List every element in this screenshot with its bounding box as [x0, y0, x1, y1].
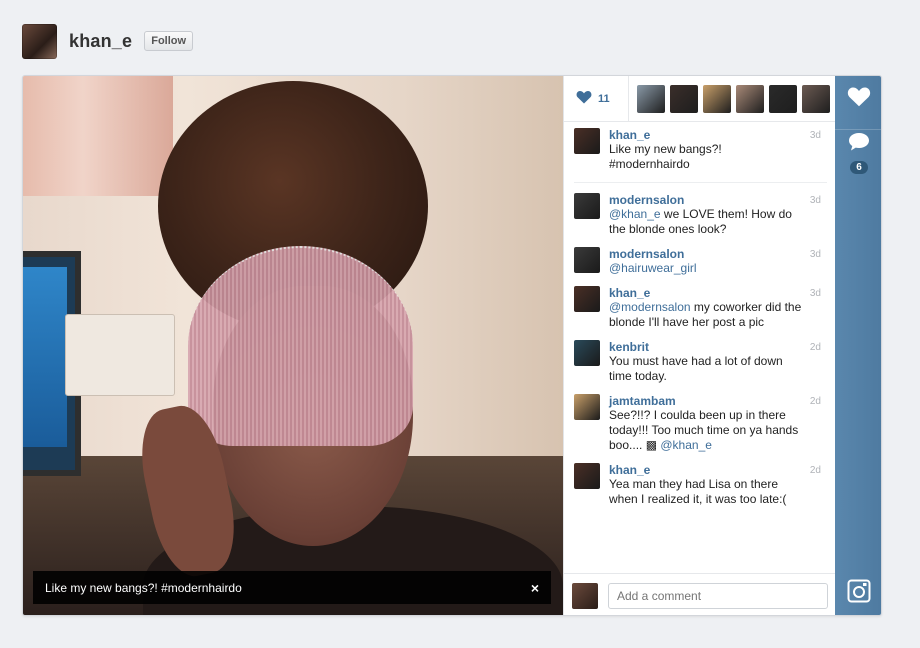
- comment-text: @hairuwear_girl: [609, 261, 805, 276]
- liker-avatar[interactable]: [670, 84, 698, 113]
- heart-icon: [847, 86, 871, 112]
- avatar[interactable]: [574, 463, 600, 489]
- comment-item: kenbrit You must have had a lot of down t…: [574, 340, 827, 384]
- liker-avatar[interactable]: [736, 84, 764, 113]
- comment-item: khan_e Yea man they had Lisa on there whe…: [574, 463, 827, 507]
- comment-text: Yea man they had Lisa on there when I re…: [609, 477, 805, 507]
- avatar[interactable]: [574, 286, 600, 312]
- photo-light-switch: [65, 314, 175, 396]
- likers-list: [628, 76, 830, 122]
- avatar[interactable]: [574, 394, 600, 420]
- comment-input[interactable]: [608, 582, 828, 609]
- comment-timestamp: 3d: [809, 288, 821, 299]
- avatar[interactable]: [574, 340, 600, 366]
- heart-icon: [576, 90, 592, 107]
- liker-avatar[interactable]: [802, 84, 830, 113]
- likes-row: 11: [564, 76, 835, 122]
- photo-caption: Like my new bangs?! #modernhairdo: [45, 580, 242, 595]
- photo[interactable]: Like my new bangs?! #modernhairdo ×: [23, 76, 563, 615]
- mention-link[interactable]: @hairuwear_girl: [609, 261, 697, 275]
- mention-link[interactable]: @khan_e: [657, 438, 712, 452]
- comment-body: Like my new bangs?! #modernhairdo: [609, 142, 722, 171]
- add-comment-row: [564, 573, 836, 615]
- comment-text: @modernsalon my coworker did the blonde …: [609, 300, 805, 330]
- comment-username[interactable]: modernsalon: [609, 247, 805, 261]
- instagram-icon[interactable]: [835, 579, 881, 609]
- photo-curtain: [23, 76, 173, 196]
- mention-link[interactable]: @modernsalon: [609, 300, 691, 314]
- comment-text: You must have had a lot of down time tod…: [609, 354, 805, 384]
- comments-panel: 11 khan_e Like my new bangs?! #modernhair…: [563, 76, 836, 615]
- comment-body: You must have had a lot of down time tod…: [609, 354, 783, 383]
- comment-username[interactable]: khan_e: [609, 286, 805, 300]
- avatar: [572, 582, 598, 609]
- comment-text: See?!!? I coulda been up in there today!…: [609, 408, 805, 453]
- comment-username[interactable]: jamtambam: [609, 394, 805, 408]
- avatar[interactable]: [574, 247, 600, 273]
- comment-timestamp: 2d: [809, 342, 821, 353]
- username[interactable]: khan_e: [69, 31, 132, 52]
- photo-card: Like my new bangs?! #modernhairdo × 11 k…: [22, 75, 882, 616]
- photo-caption-bar: Like my new bangs?! #modernhairdo ×: [33, 571, 551, 604]
- comment-item: jamtambam See?!!? I coulda been up in the…: [574, 394, 827, 453]
- avatar[interactable]: [574, 128, 600, 154]
- mention-link[interactable]: @khan_e: [609, 207, 661, 221]
- comment-timestamp: 3d: [809, 249, 821, 260]
- action-rail: 6: [835, 76, 881, 615]
- close-icon[interactable]: ×: [531, 580, 539, 596]
- likes-number: 11: [598, 92, 610, 105]
- likes-count[interactable]: 11: [576, 90, 628, 107]
- comment-timestamp: 3d: [809, 195, 821, 206]
- comment-button[interactable]: 6: [835, 132, 881, 178]
- speech-bubble-icon: [847, 132, 871, 157]
- comment-username[interactable]: kenbrit: [609, 340, 805, 354]
- photo-bangs: [188, 246, 413, 446]
- comment-timestamp: 2d: [809, 465, 821, 476]
- liker-avatar[interactable]: [703, 84, 731, 113]
- comment-item: khan_e @modernsalon my coworker did the b…: [574, 286, 827, 330]
- comment-text: Like my new bangs?! #modernhairdo: [609, 142, 805, 172]
- like-button[interactable]: [835, 86, 881, 130]
- comment-username[interactable]: khan_e: [609, 463, 805, 477]
- comment-timestamp: 3d: [809, 130, 821, 141]
- comment-item: khan_e Like my new bangs?! #modernhairdo 3…: [574, 128, 827, 183]
- comment-username[interactable]: modernsalon: [609, 193, 805, 207]
- avatar[interactable]: [22, 23, 57, 59]
- comment-body: Yea man they had Lisa on there when I re…: [609, 477, 787, 506]
- comment-item: modernsalon @khan_e we LOVE them! How do …: [574, 193, 827, 237]
- comment-item: modernsalon @hairuwear_girl 3d: [574, 247, 827, 276]
- comment-username[interactable]: khan_e: [609, 128, 805, 142]
- comment-text: @khan_e we LOVE them! How do the blonde …: [609, 207, 805, 237]
- follow-button[interactable]: Follow: [144, 31, 194, 51]
- comment-count-badge: 6: [850, 161, 868, 174]
- comment-timestamp: 2d: [809, 396, 821, 407]
- liker-avatar[interactable]: [769, 84, 797, 113]
- liker-avatar[interactable]: [637, 84, 665, 113]
- comment-list: khan_e Like my new bangs?! #modernhairdo 3…: [564, 122, 835, 567]
- avatar[interactable]: [574, 193, 600, 219]
- profile-header: khan_e Follow: [22, 23, 194, 59]
